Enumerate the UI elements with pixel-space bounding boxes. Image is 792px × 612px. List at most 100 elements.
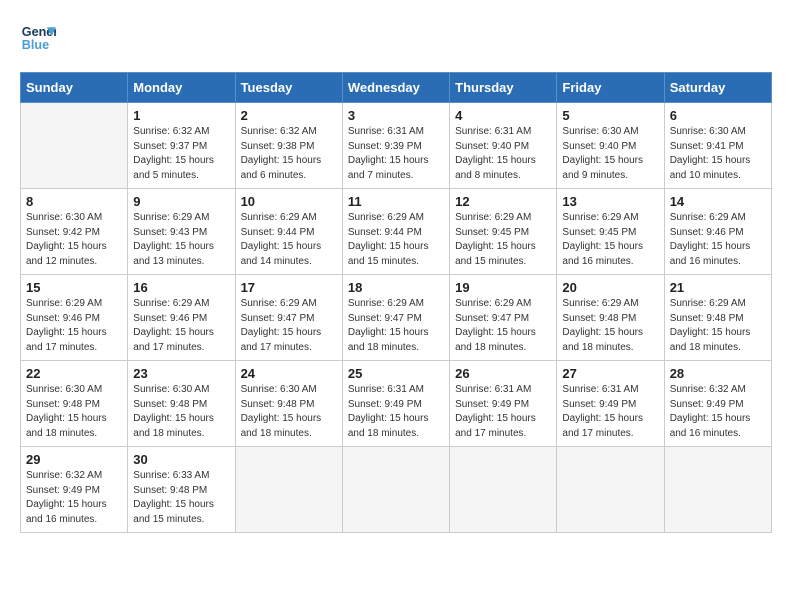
- day-info: Sunrise: 6:29 AM Sunset: 9:45 PM Dayligh…: [455, 211, 551, 269]
- day-number: 26: [455, 366, 551, 381]
- day-number: 13: [562, 194, 658, 209]
- calendar-cell: [557, 447, 664, 533]
- day-number: 20: [562, 280, 658, 295]
- calendar-cell: 15 Sunrise: 6:29 AM Sunset: 9:46 PM Dayl…: [21, 275, 128, 361]
- calendar-cell: 21 Sunrise: 6:29 AM Sunset: 9:48 PM Dayl…: [664, 275, 771, 361]
- calendar-cell: 13 Sunrise: 6:29 AM Sunset: 9:45 PM Dayl…: [557, 189, 664, 275]
- calendar-cell: 1 Sunrise: 6:32 AM Sunset: 9:37 PM Dayli…: [128, 103, 235, 189]
- calendar-cell: 27 Sunrise: 6:31 AM Sunset: 9:49 PM Dayl…: [557, 361, 664, 447]
- weekday-header-thursday: Thursday: [450, 73, 557, 103]
- day-number: 9: [133, 194, 229, 209]
- calendar-cell: 2 Sunrise: 6:32 AM Sunset: 9:38 PM Dayli…: [235, 103, 342, 189]
- day-number: 11: [348, 194, 444, 209]
- day-info: Sunrise: 6:30 AM Sunset: 9:42 PM Dayligh…: [26, 211, 122, 269]
- day-info: Sunrise: 6:29 AM Sunset: 9:47 PM Dayligh…: [348, 297, 444, 355]
- weekday-header-sunday: Sunday: [21, 73, 128, 103]
- day-info: Sunrise: 6:32 AM Sunset: 9:49 PM Dayligh…: [26, 469, 122, 527]
- day-number: 30: [133, 452, 229, 467]
- weekday-header-tuesday: Tuesday: [235, 73, 342, 103]
- calendar-cell: 24 Sunrise: 6:30 AM Sunset: 9:48 PM Dayl…: [235, 361, 342, 447]
- day-number: 18: [348, 280, 444, 295]
- calendar-cell: 14 Sunrise: 6:29 AM Sunset: 9:46 PM Dayl…: [664, 189, 771, 275]
- calendar-cell: 8 Sunrise: 6:30 AM Sunset: 9:42 PM Dayli…: [21, 189, 128, 275]
- calendar-cell: 23 Sunrise: 6:30 AM Sunset: 9:48 PM Dayl…: [128, 361, 235, 447]
- calendar-cell: [342, 447, 449, 533]
- calendar-cell: 28 Sunrise: 6:32 AM Sunset: 9:49 PM Dayl…: [664, 361, 771, 447]
- day-number: 21: [670, 280, 766, 295]
- calendar-cell: 9 Sunrise: 6:29 AM Sunset: 9:43 PM Dayli…: [128, 189, 235, 275]
- calendar-cell: 16 Sunrise: 6:29 AM Sunset: 9:46 PM Dayl…: [128, 275, 235, 361]
- weekday-header-saturday: Saturday: [664, 73, 771, 103]
- day-info: Sunrise: 6:29 AM Sunset: 9:47 PM Dayligh…: [241, 297, 337, 355]
- day-number: 25: [348, 366, 444, 381]
- calendar-cell: [235, 447, 342, 533]
- day-number: 24: [241, 366, 337, 381]
- day-number: 16: [133, 280, 229, 295]
- calendar-cell: 30 Sunrise: 6:33 AM Sunset: 9:48 PM Dayl…: [128, 447, 235, 533]
- day-number: 15: [26, 280, 122, 295]
- day-number: 22: [26, 366, 122, 381]
- day-number: 10: [241, 194, 337, 209]
- calendar-cell: 4 Sunrise: 6:31 AM Sunset: 9:40 PM Dayli…: [450, 103, 557, 189]
- calendar-cell: 6 Sunrise: 6:30 AM Sunset: 9:41 PM Dayli…: [664, 103, 771, 189]
- page-header: General Blue: [20, 20, 772, 56]
- svg-text:Blue: Blue: [22, 38, 49, 52]
- calendar-cell: 5 Sunrise: 6:30 AM Sunset: 9:40 PM Dayli…: [557, 103, 664, 189]
- day-info: Sunrise: 6:31 AM Sunset: 9:49 PM Dayligh…: [348, 383, 444, 441]
- day-info: Sunrise: 6:33 AM Sunset: 9:48 PM Dayligh…: [133, 469, 229, 527]
- day-number: 12: [455, 194, 551, 209]
- calendar-cell: 29 Sunrise: 6:32 AM Sunset: 9:49 PM Dayl…: [21, 447, 128, 533]
- weekday-header-wednesday: Wednesday: [342, 73, 449, 103]
- day-number: 3: [348, 108, 444, 123]
- day-number: 1: [133, 108, 229, 123]
- day-info: Sunrise: 6:32 AM Sunset: 9:37 PM Dayligh…: [133, 125, 229, 183]
- day-info: Sunrise: 6:29 AM Sunset: 9:43 PM Dayligh…: [133, 211, 229, 269]
- day-info: Sunrise: 6:29 AM Sunset: 9:46 PM Dayligh…: [26, 297, 122, 355]
- day-info: Sunrise: 6:31 AM Sunset: 9:40 PM Dayligh…: [455, 125, 551, 183]
- calendar-cell: 17 Sunrise: 6:29 AM Sunset: 9:47 PM Dayl…: [235, 275, 342, 361]
- logo-icon: General Blue: [20, 20, 56, 56]
- day-number: 6: [670, 108, 766, 123]
- day-number: 23: [133, 366, 229, 381]
- day-info: Sunrise: 6:29 AM Sunset: 9:44 PM Dayligh…: [241, 211, 337, 269]
- calendar-cell: [450, 447, 557, 533]
- calendar-cell: 18 Sunrise: 6:29 AM Sunset: 9:47 PM Dayl…: [342, 275, 449, 361]
- calendar-cell: 3 Sunrise: 6:31 AM Sunset: 9:39 PM Dayli…: [342, 103, 449, 189]
- calendar-cell: 20 Sunrise: 6:29 AM Sunset: 9:48 PM Dayl…: [557, 275, 664, 361]
- calendar-cell: 19 Sunrise: 6:29 AM Sunset: 9:47 PM Dayl…: [450, 275, 557, 361]
- day-number: 27: [562, 366, 658, 381]
- day-info: Sunrise: 6:30 AM Sunset: 9:40 PM Dayligh…: [562, 125, 658, 183]
- day-info: Sunrise: 6:29 AM Sunset: 9:48 PM Dayligh…: [670, 297, 766, 355]
- logo: General Blue: [20, 20, 56, 56]
- day-info: Sunrise: 6:31 AM Sunset: 9:39 PM Dayligh…: [348, 125, 444, 183]
- calendar-cell: 11 Sunrise: 6:29 AM Sunset: 9:44 PM Dayl…: [342, 189, 449, 275]
- day-info: Sunrise: 6:29 AM Sunset: 9:48 PM Dayligh…: [562, 297, 658, 355]
- day-info: Sunrise: 6:30 AM Sunset: 9:48 PM Dayligh…: [133, 383, 229, 441]
- calendar-cell: 25 Sunrise: 6:31 AM Sunset: 9:49 PM Dayl…: [342, 361, 449, 447]
- day-info: Sunrise: 6:32 AM Sunset: 9:49 PM Dayligh…: [670, 383, 766, 441]
- day-info: Sunrise: 6:32 AM Sunset: 9:38 PM Dayligh…: [241, 125, 337, 183]
- weekday-header-monday: Monday: [128, 73, 235, 103]
- day-number: 19: [455, 280, 551, 295]
- weekday-header-friday: Friday: [557, 73, 664, 103]
- calendar-cell: [664, 447, 771, 533]
- day-info: Sunrise: 6:29 AM Sunset: 9:46 PM Dayligh…: [133, 297, 229, 355]
- calendar-cell: [21, 103, 128, 189]
- day-info: Sunrise: 6:29 AM Sunset: 9:46 PM Dayligh…: [670, 211, 766, 269]
- day-number: 4: [455, 108, 551, 123]
- day-info: Sunrise: 6:29 AM Sunset: 9:47 PM Dayligh…: [455, 297, 551, 355]
- day-info: Sunrise: 6:29 AM Sunset: 9:44 PM Dayligh…: [348, 211, 444, 269]
- calendar-cell: 22 Sunrise: 6:30 AM Sunset: 9:48 PM Dayl…: [21, 361, 128, 447]
- day-number: 2: [241, 108, 337, 123]
- calendar-cell: 26 Sunrise: 6:31 AM Sunset: 9:49 PM Dayl…: [450, 361, 557, 447]
- day-info: Sunrise: 6:30 AM Sunset: 9:41 PM Dayligh…: [670, 125, 766, 183]
- day-number: 29: [26, 452, 122, 467]
- day-number: 28: [670, 366, 766, 381]
- day-number: 17: [241, 280, 337, 295]
- calendar-table: SundayMondayTuesdayWednesdayThursdayFrid…: [20, 72, 772, 533]
- day-info: Sunrise: 6:29 AM Sunset: 9:45 PM Dayligh…: [562, 211, 658, 269]
- day-info: Sunrise: 6:31 AM Sunset: 9:49 PM Dayligh…: [455, 383, 551, 441]
- day-number: 5: [562, 108, 658, 123]
- calendar-cell: 12 Sunrise: 6:29 AM Sunset: 9:45 PM Dayl…: [450, 189, 557, 275]
- day-info: Sunrise: 6:30 AM Sunset: 9:48 PM Dayligh…: [26, 383, 122, 441]
